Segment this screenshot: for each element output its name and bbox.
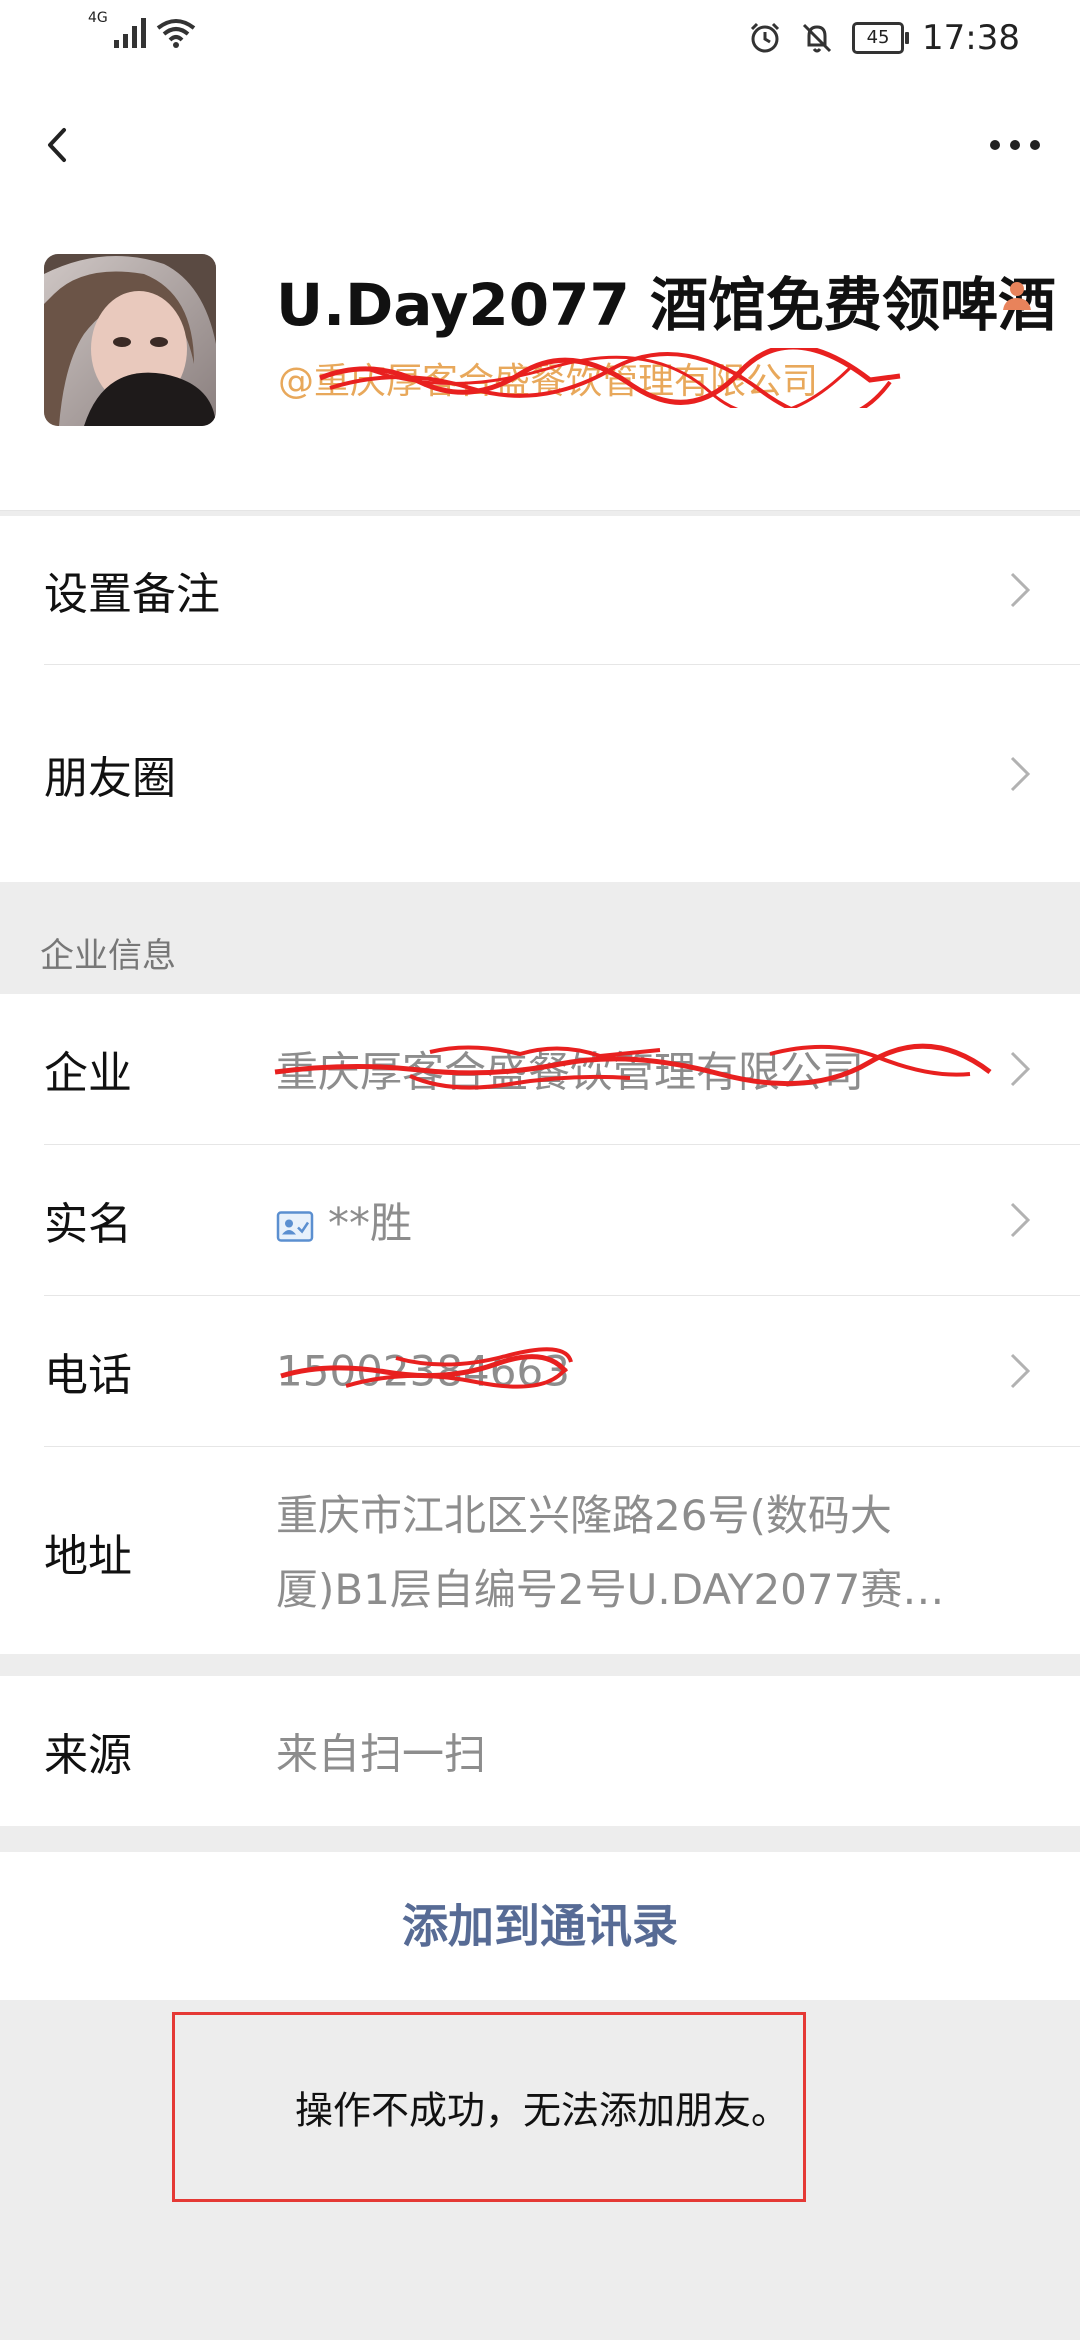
- clock: 17:38: [922, 18, 1020, 58]
- more-dots-icon: [990, 140, 1040, 150]
- alarm-icon: [750, 22, 780, 53]
- enterprise-section: 企业 重庆厚客合盛餐饮管理有限公司 实名 **胜 电话 15002384663 …: [0, 994, 1080, 1654]
- company-value: 重庆厚客合盛餐饮管理有限公司: [276, 1047, 865, 1097]
- enterprise-section-title: 企业信息: [40, 936, 176, 976]
- set-remark-label: 设置备注: [44, 569, 220, 620]
- profile-corp-name: @重庆厚客合盛餐饮管理有限公司: [278, 361, 819, 402]
- settings-section: 设置备注 朋友圈: [0, 516, 1080, 882]
- status-bar: 4G 45 17:38: [0, 0, 1080, 80]
- error-toast-message: 操作不成功，无法添加朋友。: [295, 2088, 790, 2133]
- signal-group: 4G: [88, 10, 196, 48]
- moments-row[interactable]: 朋友圈: [0, 665, 1080, 882]
- source-label: 来源: [44, 1730, 132, 1781]
- realname-value: **胜: [328, 1198, 413, 1248]
- phone-row[interactable]: 电话 15002384663: [0, 1296, 1080, 1446]
- profile-header: U.Day2077 酒馆免费领啤酒 @重庆厚客合盛餐饮管理有限公司: [0, 210, 1080, 511]
- address-value: 重庆市江北区兴隆路26号(数码大厦)B1层自编号2号U.DAY2077赛博朋克酒…: [276, 1491, 945, 1614]
- chevron-right-icon: [1010, 1202, 1031, 1238]
- set-remark-row[interactable]: 设置备注: [0, 516, 1080, 664]
- enterprise-person-icon: [1003, 282, 1031, 310]
- moments-label: 朋友圈: [44, 752, 176, 804]
- company-label: 企业: [44, 1048, 132, 1099]
- phone-label: 电话: [44, 1350, 132, 1401]
- nav-bar: [0, 80, 1080, 210]
- id-card-icon: [276, 1210, 314, 1242]
- source-row: 来源 来自扫一扫: [0, 1676, 1080, 1826]
- battery-icon: 45: [852, 22, 910, 54]
- realname-value-wrap: **胜: [276, 1190, 412, 1251]
- realname-label: 实名: [44, 1199, 132, 1250]
- more-button[interactable]: [980, 110, 1050, 180]
- address-row[interactable]: 地址 重庆市江北区兴隆路26号(数码大厦)B1层自编号2号U.DAY2077赛博…: [0, 1447, 1080, 1657]
- address-label: 地址: [44, 1531, 132, 1582]
- chevron-right-icon: [1010, 1353, 1031, 1389]
- add-to-contacts-button[interactable]: 添加到通讯录: [0, 1852, 1080, 2000]
- chevron-right-icon: [1010, 572, 1031, 608]
- status-right: 45 17:38: [748, 18, 1020, 58]
- chevron-right-icon: [1010, 756, 1031, 791]
- source-value: 来自扫一扫: [276, 1729, 487, 1779]
- network-type: 4G: [88, 10, 108, 26]
- avatar-photo: [44, 254, 216, 426]
- company-row[interactable]: 企业 重庆厚客合盛餐饮管理有限公司: [0, 994, 1080, 1144]
- chevron-left-icon: [48, 128, 66, 162]
- phone-value: 15002384663: [276, 1346, 570, 1396]
- signal-icon: [113, 18, 146, 48]
- error-toast-box: 操作不成功，无法添加朋友。: [172, 2012, 806, 2202]
- chevron-right-icon: [1010, 1051, 1031, 1087]
- wifi-icon: [156, 19, 195, 48]
- back-button[interactable]: [30, 110, 100, 180]
- mute-bell-icon: [802, 23, 832, 53]
- avatar[interactable]: [44, 254, 216, 426]
- realname-row[interactable]: 实名 **胜: [0, 1145, 1080, 1295]
- profile-name: U.Day2077 酒馆免费领啤酒: [276, 271, 1057, 339]
- source-section: 来源 来自扫一扫: [0, 1676, 1080, 1826]
